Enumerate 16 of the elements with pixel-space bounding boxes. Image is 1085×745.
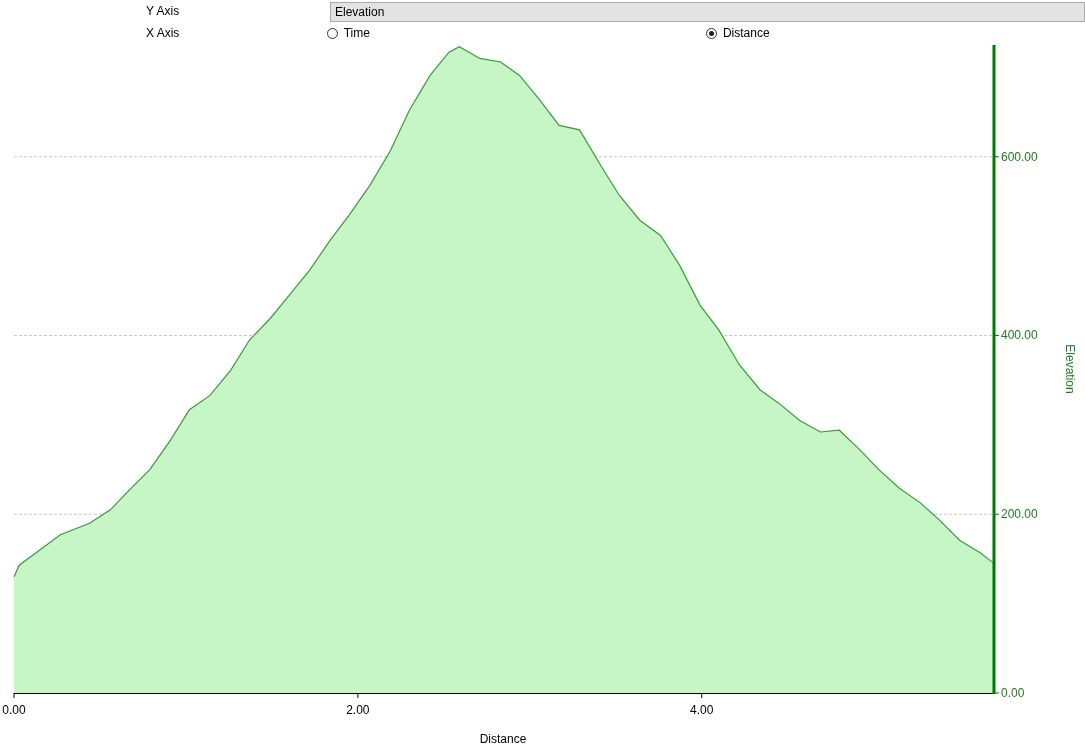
axis-label: X Axis (146, 26, 180, 40)
tick-label: 0.00 (1001, 686, 1025, 700)
radio-label: Distance (722, 26, 770, 40)
tick-label: 600.00 (1001, 149, 1038, 164)
radio-label: Time (343, 26, 370, 40)
tick-label: 200.00 (1001, 507, 1038, 522)
axis-title: Elevation (1063, 344, 1077, 394)
axis-dropdown[interactable]: Elevation (330, 1, 1085, 22)
tick-label: 4.00 (690, 703, 714, 717)
axis-label: Y Axis (146, 4, 180, 18)
tick-label: 0.00 (2, 703, 26, 717)
tick-label: 2.00 (346, 703, 370, 717)
radio-button[interactable] (705, 27, 717, 39)
axis-title: Distance (479, 732, 527, 745)
tick-label: 400.00 (1001, 328, 1038, 343)
radio-button[interactable] (326, 27, 338, 39)
